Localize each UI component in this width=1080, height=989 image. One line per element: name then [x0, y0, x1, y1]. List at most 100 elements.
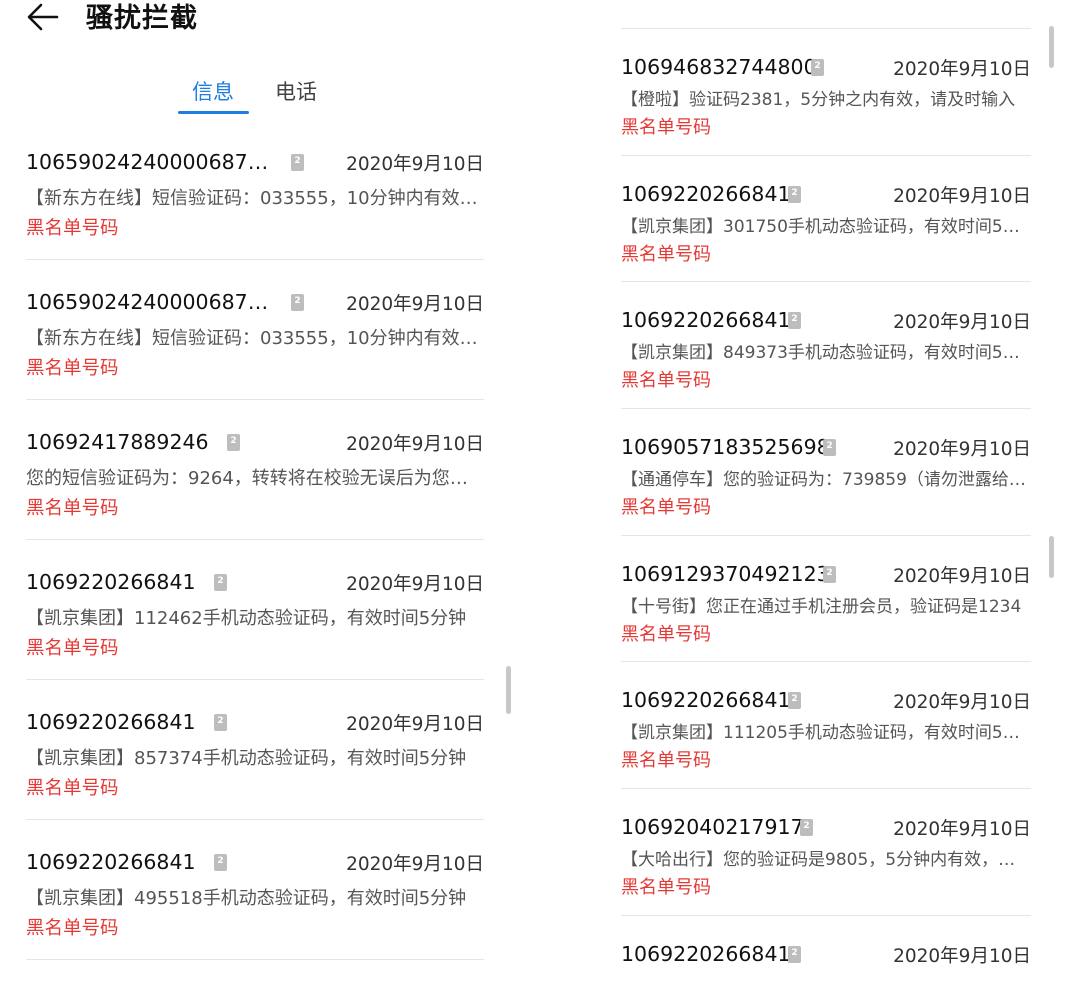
message-date: 2020年9月10日: [893, 692, 1031, 714]
message-date: 2020年9月10日: [346, 574, 484, 595]
list-item[interactable]: 1069220266841 2020年9月10日 【凯京集团】111205手机动…: [621, 662, 1031, 790]
message-preview: 【凯京集团】112462手机动态验证码，有效时间5分钟: [26, 608, 467, 629]
active-tab-indicator: [178, 111, 249, 114]
message-header: 1069220266841 2020年9月10日: [26, 850, 484, 876]
list-item[interactable]: 10659024240000687… 2020年9月10日 【新东方在线】短信验…: [26, 260, 484, 400]
blacklist-tag: 黑名单号码: [621, 877, 711, 899]
list-item[interactable]: 1069220266841 2020年9月10日 【凯京集团】301750手机动…: [621, 156, 1031, 283]
sender-number: 1069220266841: [26, 570, 196, 594]
sim-card-icon: [788, 945, 801, 963]
message-date: 2020年9月10日: [346, 714, 484, 735]
message-date: 2020年9月10日: [893, 185, 1031, 207]
scrollbar-right-middle[interactable]: [1049, 536, 1054, 578]
blocked-message-list-left: 10659024240000687… 2020年9月10日 【新东方在线】短信验…: [26, 120, 484, 960]
sender-number: 1069220266841: [621, 688, 791, 713]
blacklist-tag: 黑名单号码: [621, 370, 711, 392]
sender-number: 1069220266841: [26, 850, 196, 874]
message-header: 10692040217917 2020年9月10日: [621, 815, 1031, 841]
message-date: 2020年9月10日: [346, 434, 484, 455]
message-date: 2020年9月10日: [893, 312, 1031, 334]
sender-number: 10659024240000687…: [26, 150, 269, 174]
list-item[interactable]: 1069129370492123 2020年9月10日 【十号街】您正在通过手机…: [621, 536, 1031, 663]
blacklist-tag: 黑名单号码: [26, 358, 119, 379]
tab-bar: 信息 电话: [178, 76, 338, 116]
tab-messages[interactable]: 信息: [192, 76, 234, 106]
message-header: 1069220266841 2020年9月10日: [621, 942, 1031, 968]
list-item[interactable]: 10659024240000687… 2020年9月10日 【新东方在线】短信验…: [26, 120, 484, 260]
list-item[interactable]: 1069220266841 2020年9月10日 【凯京集团】112462手机动…: [26, 540, 484, 680]
message-preview: 【凯京集团】849373手机动态验证码，有效时间5分钟: [621, 343, 1031, 364]
page-title: 骚扰拦截: [86, 3, 198, 34]
sender-number: 1069057183525698: [621, 435, 830, 460]
message-date: 2020年9月10日: [893, 59, 1031, 80]
sim-card-icon: [291, 154, 304, 171]
scrollbar-left[interactable]: [506, 666, 511, 714]
message-header: 1069220266841 2020年9月10日: [26, 710, 484, 736]
tab-calls[interactable]: 电话: [275, 76, 317, 106]
sim-card-icon: [823, 439, 836, 457]
blacklist-tag: 黑名单号码: [621, 497, 711, 519]
sim-card-icon: [214, 574, 227, 591]
message-header: 10692417889246 2020年9月10日: [26, 430, 484, 456]
sender-number: 10692417889246: [26, 430, 209, 454]
message-date: 2020年9月10日: [893, 945, 1031, 967]
sim-card-icon: [788, 185, 801, 203]
list-item[interactable]: 1069220266841 2020年9月10日 【凯京集团】495518手机动…: [26, 820, 484, 960]
sender-number: 1069129370492123: [621, 561, 830, 586]
message-header: 1069220266841 2020年9月10日: [621, 688, 1031, 714]
message-preview: 您的短信验证码为：9264，转转将在校验无误后为您登录: [26, 468, 484, 489]
blacklist-tag: 黑名单号码: [26, 638, 119, 659]
message-header: 1069220266841 2020年9月10日: [26, 570, 484, 596]
message-header: 10659024240000687… 2020年9月10日: [26, 290, 484, 316]
blacklist-tag: 黑名单号码: [26, 918, 119, 939]
arrow-left-icon: [27, 3, 59, 31]
message-header: 106946832744800 2020年9月10日: [621, 55, 1031, 81]
message-preview: 【凯京集团】495518手机动态验证码，有效时间5分钟: [26, 888, 467, 909]
sender-number: 10692040217917: [621, 815, 804, 840]
list-item[interactable]: 1069220266841 2020年9月10日 【凯京集团】849373手机动…: [621, 282, 1031, 410]
message-preview: 【橙啦】验证码2381，5分钟之内有效，请及时输入: [621, 90, 1016, 110]
list-item[interactable]: 1069057183525698 2020年9月10日 【通通停车】您的验证码为…: [621, 409, 1031, 536]
message-preview: 【大哈出行】您的验证码是9805，5分钟内有效，请勿泄露: [621, 850, 1031, 871]
sender-number: 10659024240000687…: [26, 290, 269, 314]
message-date: 2020年9月10日: [346, 294, 484, 315]
sim-card-icon: [291, 294, 304, 311]
blacklist-tag: 黑名单号码: [621, 243, 711, 265]
blacklist-tag: 黑名单号码: [26, 778, 119, 799]
back-button[interactable]: [26, 2, 60, 32]
blacklist-tag: 黑名单号码: [621, 623, 711, 645]
message-header: 1069057183525698 2020年9月10日: [621, 435, 1031, 461]
message-header: 1069220266841 2020年9月10日: [621, 308, 1031, 334]
blacklist-tag: 黑名单号码: [621, 117, 711, 138]
sender-number: 1069220266841: [621, 308, 791, 333]
message-date: 2020年9月10日: [893, 439, 1031, 461]
list-item[interactable]: 1069220266841 2020年9月10日: [621, 916, 1031, 976]
message-date: 2020年9月10日: [893, 819, 1031, 841]
message-preview: 【新东方在线】短信验证码：033555，10分钟内有效，请勿泄露: [26, 188, 484, 209]
message-header: 10659024240000687… 2020年9月10日: [26, 150, 484, 176]
blocked-message-list-right: 106946832744800 2020年9月10日 【橙啦】验证码2381，5…: [621, 28, 1031, 976]
message-date: 2020年9月10日: [346, 854, 484, 875]
message-preview: 【凯京集团】857374手机动态验证码，有效时间5分钟: [26, 748, 467, 769]
message-preview: 【凯京集团】111205手机动态验证码，有效时间5分钟: [621, 723, 1031, 744]
blacklist-tag: 黑名单号码: [26, 218, 119, 239]
sender-number: 106946832744800: [621, 55, 817, 79]
message-date: 2020年9月10日: [346, 154, 484, 175]
message-header: 1069129370492123 2020年9月10日: [621, 562, 1031, 588]
message-preview: 【通通停车】您的验证码为：739859（请勿泄露给他人）: [621, 470, 1031, 491]
message-preview: 【十号街】您正在通过手机注册会员，验证码是1234: [621, 596, 1022, 617]
scrollbar-right-top[interactable]: [1049, 26, 1054, 68]
list-item[interactable]: 10692040217917 2020年9月10日 【大哈出行】您的验证码是98…: [621, 789, 1031, 916]
blacklist-tag: 黑名单号码: [621, 750, 711, 772]
sim-card-icon: [214, 854, 227, 871]
sim-card-icon: [811, 59, 824, 76]
harassment-block-screen: 骚扰拦截 信息 电话 10659024240000687… 2020年9月10日…: [0, 0, 1080, 989]
sender-number: 1069220266841: [26, 710, 196, 734]
sim-card-icon: [788, 692, 801, 710]
list-item[interactable]: 106946832744800 2020年9月10日 【橙啦】验证码2381，5…: [621, 29, 1031, 156]
list-item[interactable]: 10692417889246 2020年9月10日 您的短信验证码为：9264，…: [26, 400, 484, 540]
message-header: 1069220266841 2020年9月10日: [621, 182, 1031, 208]
sender-number: 1069220266841: [621, 181, 791, 206]
sim-card-icon: [800, 819, 813, 837]
list-item[interactable]: 1069220266841 2020年9月10日 【凯京集团】857374手机动…: [26, 680, 484, 820]
